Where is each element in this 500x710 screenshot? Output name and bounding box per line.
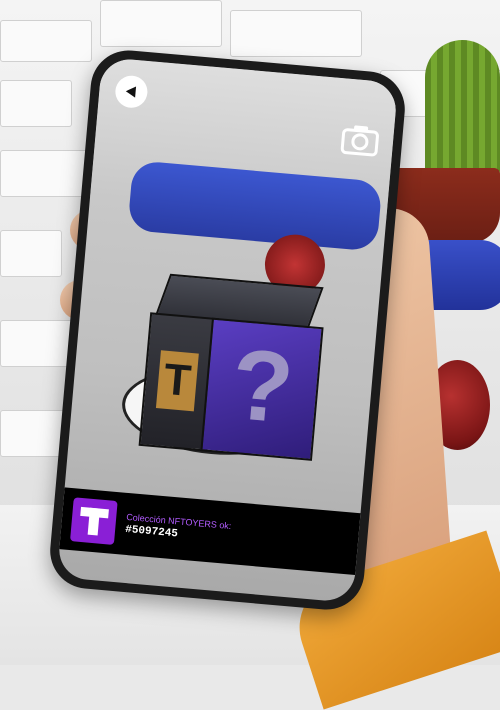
box-right-face: ?	[200, 317, 324, 461]
wall-brick	[0, 150, 92, 197]
brand-logo-tile	[70, 497, 118, 545]
wall-brick	[0, 20, 92, 62]
wall-brick	[230, 10, 362, 57]
t-logo-icon	[80, 506, 109, 536]
collection-info-bar: Colección NFTOYERS ok: #5097245	[59, 487, 361, 576]
box-question-mark: ?	[226, 327, 298, 445]
wall-brick	[0, 230, 62, 277]
camera-button[interactable]	[340, 122, 381, 157]
wall-brick	[100, 0, 222, 47]
cactus	[425, 40, 500, 180]
camera-icon	[340, 125, 379, 157]
wall-brick	[0, 80, 72, 127]
collection-info: Colección NFTOYERS ok: #5097245	[125, 510, 232, 546]
ar-camera-screen[interactable]: T ? Colección NFTOYERS ok: #5097245	[56, 57, 399, 603]
ar-mystery-box[interactable]: T ?	[138, 272, 324, 461]
box-logo-letter: T	[155, 350, 199, 412]
phone-device: T ? Colección NFTOYERS ok: #5097245	[47, 47, 408, 613]
back-arrow-icon	[125, 86, 137, 98]
